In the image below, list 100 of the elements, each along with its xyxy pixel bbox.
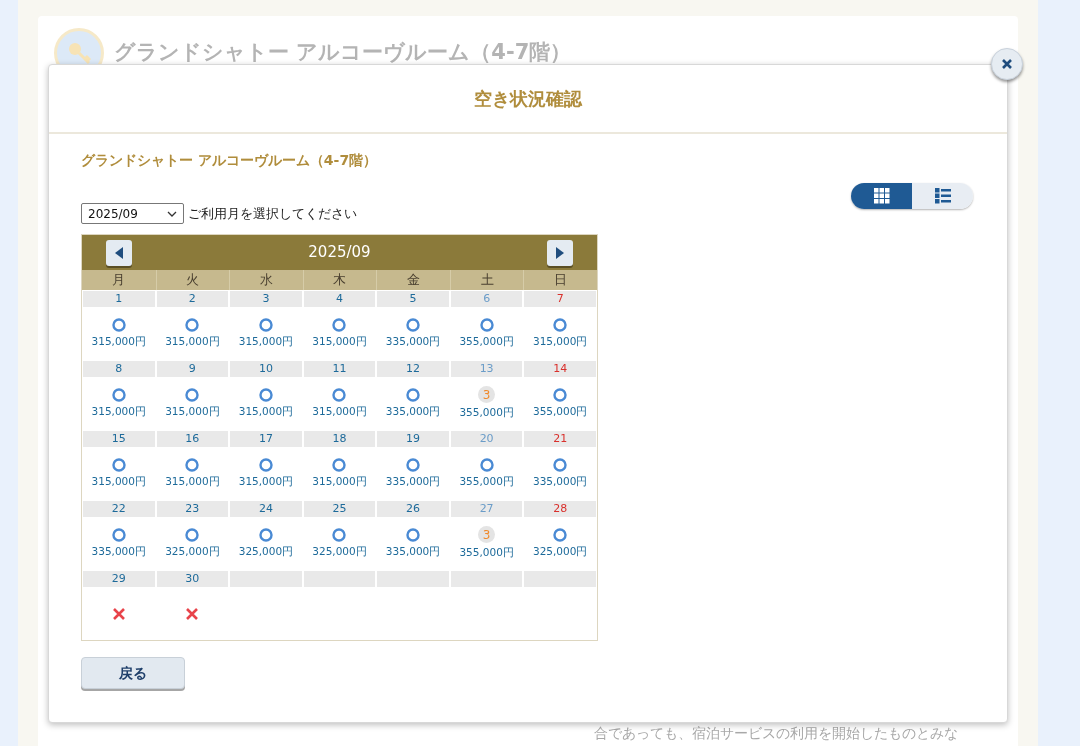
grid-icon [873, 188, 890, 204]
price-text: 325,000円 [165, 543, 220, 559]
price-text: 315,000円 [312, 333, 367, 349]
price-text: 355,000円 [533, 403, 588, 419]
circle-icon [111, 317, 126, 332]
price-text: 315,000円 [91, 403, 146, 419]
circle-icon [185, 387, 200, 402]
cross-icon [111, 606, 126, 621]
date-cell: 23 [156, 501, 229, 517]
date-cell: 26 [377, 501, 449, 517]
date-cell: 2 [156, 291, 229, 307]
page-title: グランドシャトー アルコーヴルーム（4-7階） [114, 39, 572, 67]
weekday-header: 日 [523, 270, 597, 290]
price-text: 355,000円 [459, 405, 514, 421]
price-text: 315,000円 [238, 403, 294, 419]
list-icon [934, 188, 951, 204]
view-toggle-button[interactable] [851, 183, 912, 209]
date-cell: 7 [524, 291, 596, 307]
date-cell: 5 [377, 291, 449, 307]
circle-icon [185, 457, 200, 472]
chevron-down-icon [167, 210, 177, 217]
circle-icon [553, 457, 568, 472]
close-icon [1001, 58, 1013, 70]
month-select[interactable]: 2025/09 [81, 203, 184, 224]
weekday-header: 金 [376, 270, 450, 290]
date-cell: 6 [450, 291, 523, 307]
circle-icon [553, 317, 568, 332]
price-text: 315,000円 [312, 403, 367, 419]
price-text: 315,000円 [238, 333, 294, 349]
page-text: 合であっても、宿泊サービスの利用を開始したものとみな [594, 724, 958, 743]
price-text: 335,000円 [385, 473, 441, 489]
circle-icon [332, 527, 347, 542]
month-hint: ご利用月を選択してください [188, 204, 357, 223]
circle-icon [185, 527, 200, 542]
date-cell: 11 [303, 361, 376, 377]
circle-icon [185, 317, 200, 332]
date-cell: 9 [156, 361, 229, 377]
weekday-header: 水 [229, 270, 303, 290]
previous-month-button[interactable] [106, 239, 132, 266]
price-text: 325,000円 [533, 543, 588, 559]
price-text: 335,000円 [385, 543, 441, 559]
date-cell: 14 [524, 361, 596, 377]
back-button[interactable]: 戻る [81, 657, 185, 689]
price-text: 315,000円 [91, 473, 146, 489]
circle-icon [406, 457, 421, 472]
date-cell: 24 [230, 501, 302, 517]
weekday-header: 月 [111, 271, 127, 290]
circle-icon [258, 527, 273, 542]
price-text: 325,000円 [238, 543, 294, 559]
date-cell: 28 [524, 501, 596, 517]
circle-icon [406, 317, 421, 332]
date-cell: 10 [230, 361, 302, 377]
circle-icon [553, 387, 568, 402]
circle-icon [406, 527, 421, 542]
remaining-count: 3 [478, 386, 496, 404]
cross-icon [185, 606, 200, 621]
circle-icon [111, 457, 126, 472]
price-text: 315,000円 [165, 403, 220, 419]
circle-icon [258, 387, 273, 402]
date-cell: 12 [377, 361, 449, 377]
date-cell: 21 [524, 431, 596, 447]
date-cell: 17 [230, 431, 302, 447]
circle-icon [406, 387, 421, 402]
date-cell: 1 [83, 291, 155, 307]
price-text: 355,000円 [459, 333, 514, 349]
room-name: グランドシャトー アルコーヴルーム（4-7階） [81, 151, 379, 170]
circle-icon [479, 317, 494, 332]
circle-icon [258, 317, 273, 332]
circle-icon [479, 457, 494, 472]
date-cell: 8 [83, 361, 155, 377]
price-text: 315,000円 [165, 333, 220, 349]
date-cell: 29 [83, 571, 155, 587]
calendar-month: 2025/09 [307, 242, 372, 264]
modal-title: 空き状況確認 [474, 87, 582, 111]
weekday-header: 木 [302, 270, 377, 290]
price-text: 325,000円 [312, 543, 367, 559]
date-cell: 13 [450, 361, 523, 377]
date-cell: 16 [156, 431, 229, 447]
price-text: 335,000円 [385, 333, 441, 349]
price-text: 335,000円 [385, 403, 441, 419]
price-text: 315,000円 [312, 473, 367, 489]
price-text: 355,000円 [459, 545, 514, 561]
date-cell: 18 [303, 431, 376, 447]
weekday-header: 火 [155, 270, 230, 290]
circle-icon [553, 527, 568, 542]
price-text: 335,000円 [533, 473, 588, 489]
weekday-header: 土 [449, 270, 524, 290]
date-cell: 27 [450, 501, 523, 517]
date-cell: 15 [83, 431, 155, 447]
date-cell: 4 [303, 291, 376, 307]
circle-icon [258, 457, 273, 472]
price-text: 315,000円 [533, 333, 588, 349]
right-arrow-icon [556, 246, 564, 259]
remaining-count: 3 [478, 526, 496, 544]
view-toggle-button[interactable] [912, 183, 973, 209]
price-text: 315,000円 [165, 473, 220, 489]
date-cell: 22 [83, 501, 155, 517]
date-cell: 3 [230, 291, 302, 307]
circle-icon [332, 387, 347, 402]
next-month-button[interactable] [547, 239, 573, 266]
